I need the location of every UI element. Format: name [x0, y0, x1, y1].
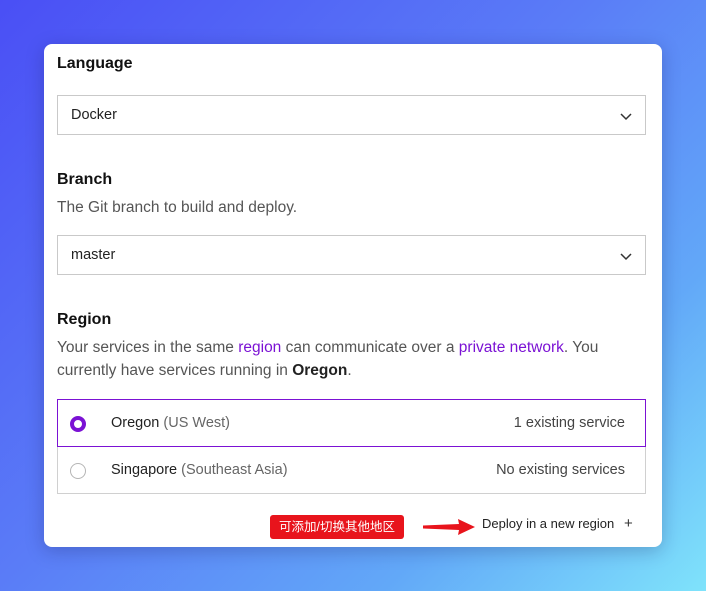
region-option-label: Singapore (Southeast Asia) [111, 462, 288, 478]
region-service-count: No existing services [496, 462, 625, 478]
branch-description: The Git branch to build and deploy. [57, 199, 298, 216]
plus-icon[interactable]: + [624, 514, 633, 534]
region-title: Region [57, 311, 112, 328]
region-radio-group: Oregon (US West) 1 existing service Sing… [57, 399, 646, 494]
region-description: Your services in the same region can com… [57, 339, 599, 379]
language-title: Language [57, 55, 133, 72]
private-network-link[interactable]: private network [459, 339, 564, 356]
arrow-right-icon [423, 519, 475, 535]
annotation-label: 可添加/切换其他地区 [270, 515, 404, 539]
branch-select-value: master [71, 247, 116, 263]
branch-title: Branch [57, 171, 113, 188]
current-region: Oregon [292, 362, 348, 379]
chevron-down-icon [620, 253, 632, 261]
branch-select[interactable]: master [57, 235, 646, 275]
region-option-singapore[interactable]: Singapore (Southeast Asia) No existing s… [57, 446, 646, 494]
language-select[interactable]: Docker [57, 95, 646, 135]
region-option-label: Oregon (US West) [111, 415, 231, 431]
chevron-down-icon [620, 113, 632, 121]
radio-unselected-icon[interactable] [70, 463, 86, 479]
region-service-count: 1 existing service [513, 415, 625, 431]
deploy-new-region-button[interactable]: Deploy in a new region [482, 514, 614, 534]
deploy-settings-card: Language Docker Branch The Git branch to… [44, 44, 662, 547]
radio-selected-icon[interactable] [70, 416, 86, 432]
region-link[interactable]: region [238, 339, 281, 356]
region-option-oregon[interactable]: Oregon (US West) 1 existing service [57, 399, 646, 447]
language-select-value: Docker [71, 107, 117, 123]
